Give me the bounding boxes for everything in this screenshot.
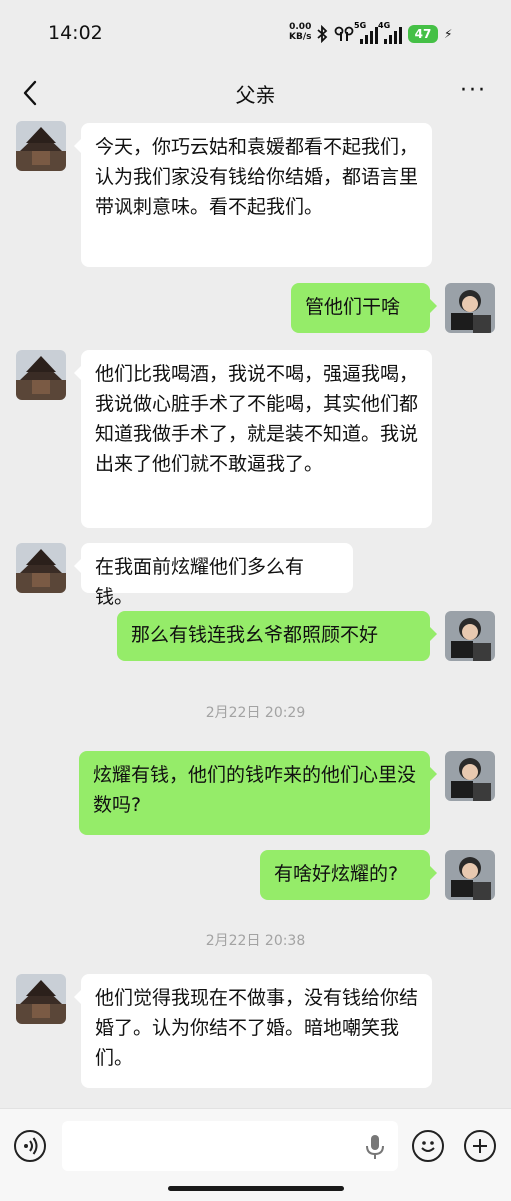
chat-title: 父亲 (235, 83, 276, 107)
boy-at-computer-image (445, 283, 495, 333)
network-speed-value: 0.00 (289, 22, 312, 32)
earbuds-icon (334, 26, 354, 41)
microphone-icon[interactable] (364, 1133, 386, 1161)
plus-icon[interactable] (464, 1130, 496, 1162)
signal-5g-icon: 5G (354, 21, 378, 44)
network-speed: 0.00 KB/s (289, 22, 311, 42)
message-bubble-received[interactable]: 今天，你巧云姑和袁媛都看不起我们，认为我们家没有钱给你结婚，都语言里带讽刺意味。… (74, 123, 432, 267)
temple-image (16, 974, 66, 1024)
contact-avatar[interactable] (16, 121, 66, 171)
boy-at-computer-image (445, 751, 495, 801)
message-bubble-sent[interactable]: 炫耀有钱，他们的钱咋来的他们心里没数吗? (79, 751, 437, 835)
battery-icon: 47 (408, 25, 438, 43)
contact-avatar[interactable] (16, 974, 66, 1024)
status-bar: 14:02 0.00 KB/s 5G 4G 47 ⚡ (0, 0, 511, 68)
message-bubble-received[interactable]: 他们比我喝酒，我说不喝，强逼我喝，我说做心脏手术了不能喝，其实他们都知道我做手术… (74, 350, 432, 528)
more-dots-icon[interactable]: ··· (460, 78, 487, 103)
message-timestamp: 2月22日 20:29 (205, 705, 306, 721)
boy-at-computer-image (445, 850, 495, 900)
network-speed-unit: KB/s (289, 32, 312, 42)
message-bubble-sent[interactable]: 管他们干啥 (291, 283, 437, 333)
contact-avatar[interactable] (16, 350, 66, 400)
signal-4g-label: 4G (378, 21, 391, 30)
status-time: 14:02 (48, 22, 103, 44)
user-avatar[interactable] (445, 751, 495, 801)
contact-avatar[interactable] (16, 543, 66, 593)
user-avatar[interactable] (445, 850, 495, 900)
charging-icon: ⚡ (444, 27, 453, 41)
temple-image (16, 121, 66, 171)
message-list[interactable]: 今天，你巧云姑和袁媛都看不起我们，认为我们家没有钱给你结婚，都语言里带讽刺意味。… (0, 118, 511, 1108)
emoji-icon[interactable] (412, 1130, 444, 1162)
temple-image (16, 543, 66, 593)
message-bubble-received[interactable]: 在我面前炫耀他们多么有钱。 (74, 543, 353, 608)
temple-image (16, 350, 66, 400)
chat-header: 父亲 ··· (0, 68, 511, 118)
message-bubble-sent[interactable]: 那么有钱连我幺爷都照顾不好 (117, 611, 437, 661)
signal-5g-label: 5G (354, 21, 367, 30)
user-avatar[interactable] (445, 611, 495, 661)
boy-at-computer-image (445, 611, 495, 661)
voice-mode-icon[interactable] (14, 1130, 46, 1162)
status-icons: 5G 4G 47 ⚡ (316, 21, 453, 46)
message-bubble-received[interactable]: 他们觉得我现在不做事，没有钱给你结婚了。认为你结不了婚。暗地嘲笑我们。 (74, 974, 432, 1088)
message-input[interactable] (62, 1121, 398, 1171)
user-avatar[interactable] (445, 283, 495, 333)
message-timestamp: 2月22日 20:38 (205, 933, 306, 949)
bluetooth-icon (317, 25, 328, 43)
message-bubble-sent[interactable]: 有啥好炫耀的? (260, 850, 437, 900)
signal-4g-icon: 4G (378, 21, 402, 44)
home-indicator[interactable] (168, 1186, 344, 1191)
